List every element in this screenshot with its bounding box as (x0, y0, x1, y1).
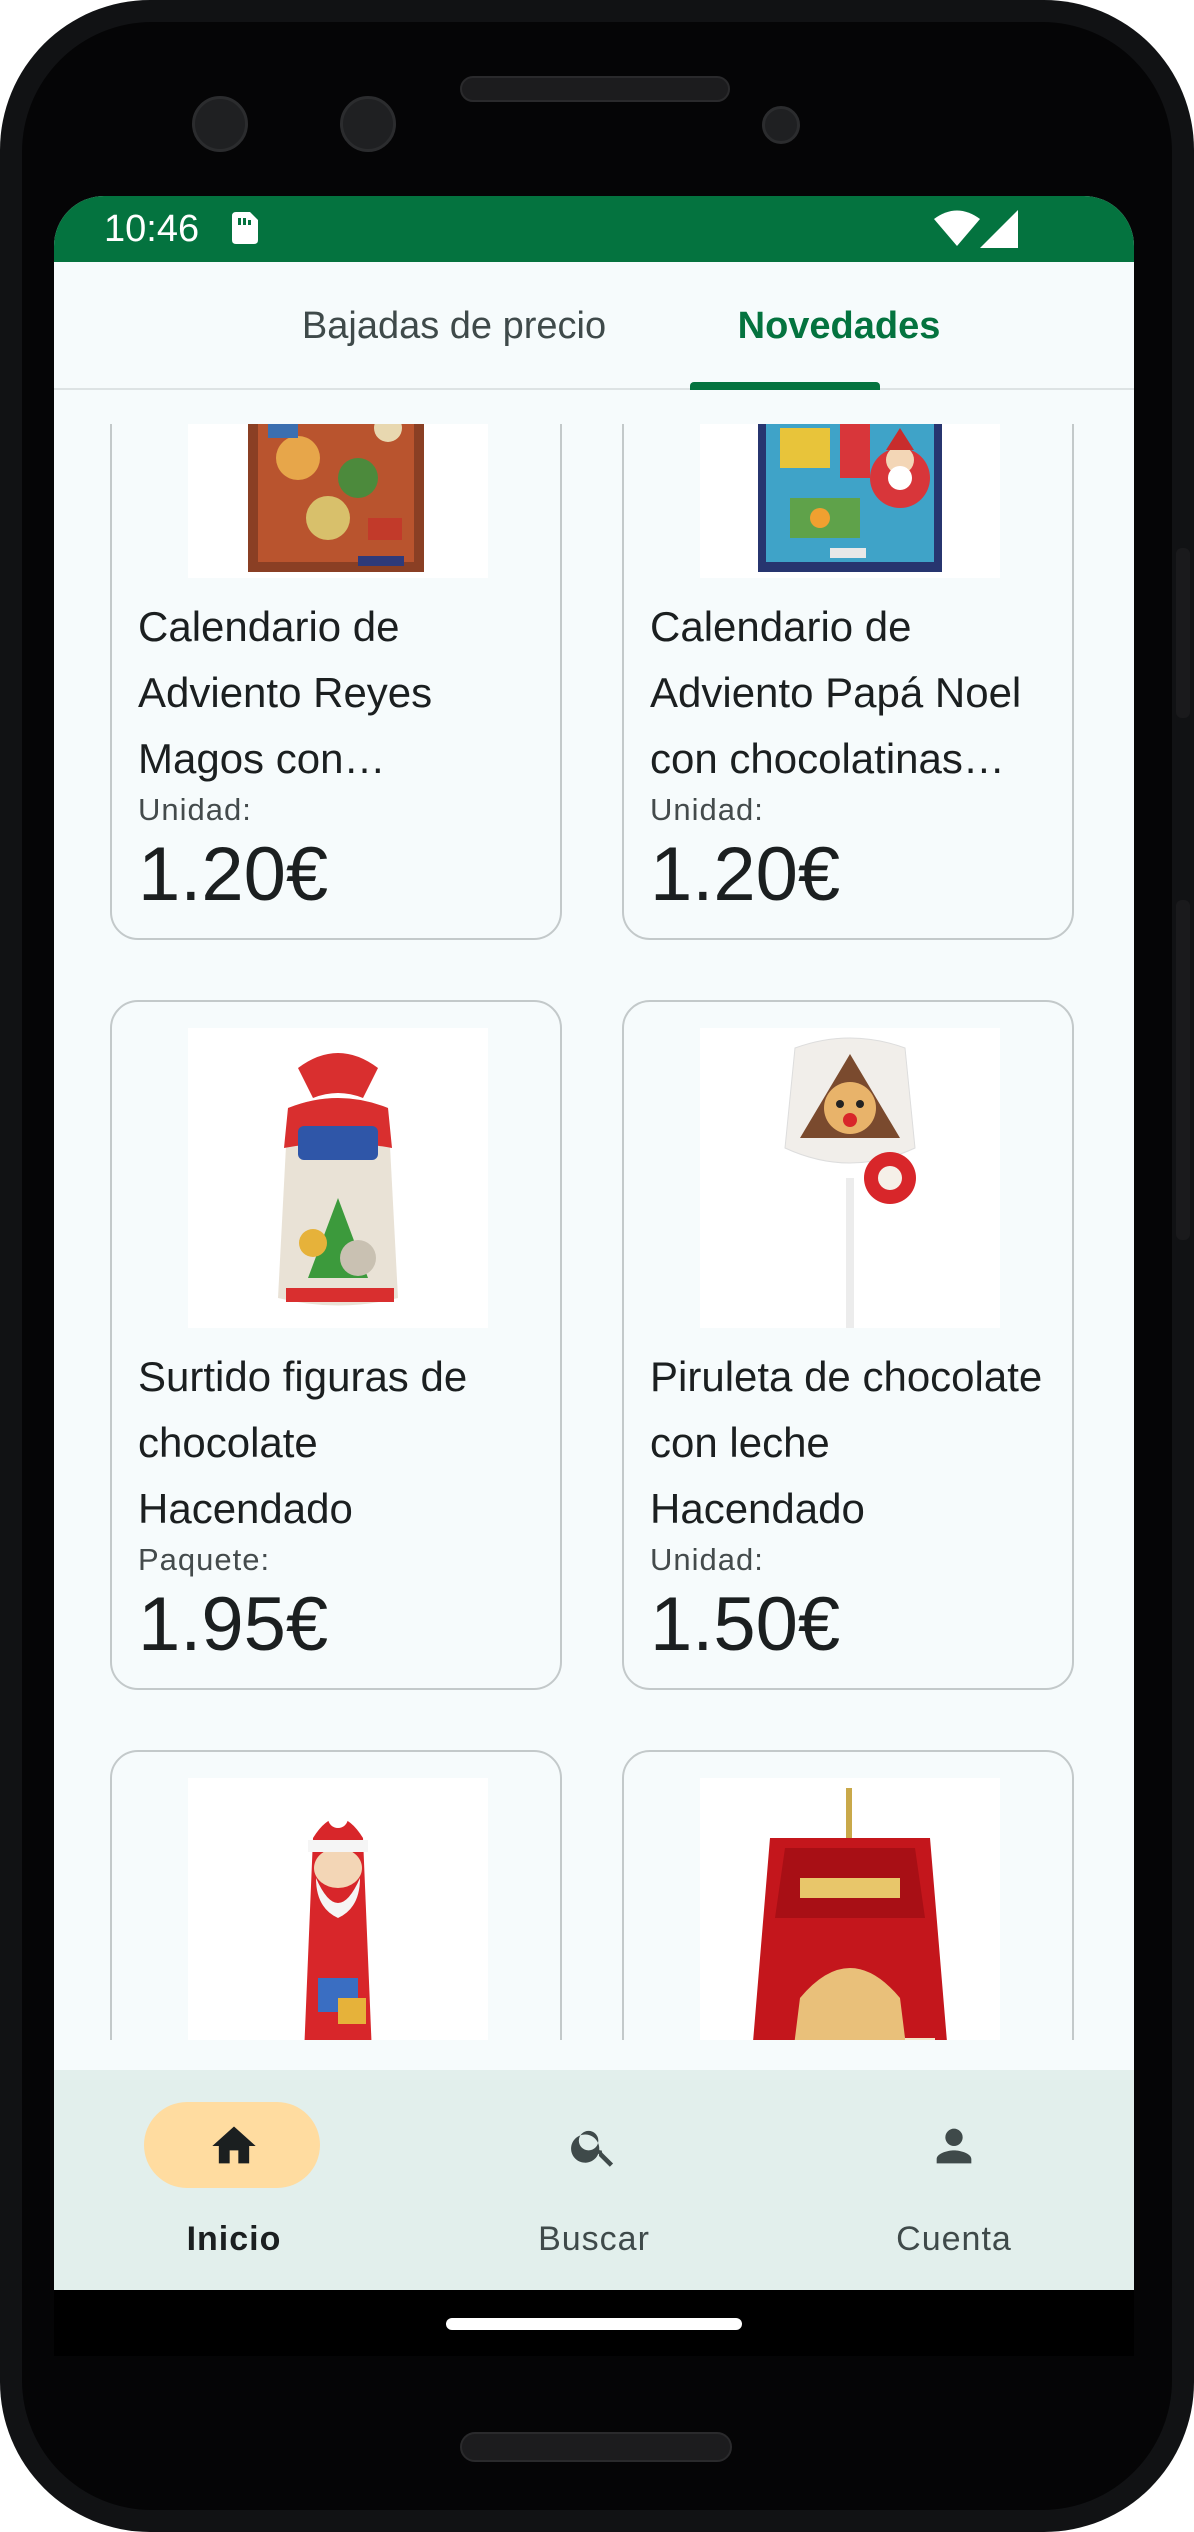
signal-icon (980, 210, 1018, 248)
home-gesture-bar[interactable] (446, 2318, 742, 2330)
product-unit: Paquete: (138, 1542, 271, 1577)
advent-calendar-santa-image (700, 424, 1000, 578)
tab-bajadas-de-precio[interactable]: Bajadas de precio (234, 262, 674, 390)
tab-novedades[interactable]: Novedades (654, 262, 1024, 390)
product-unit: Unidad: (650, 1542, 764, 1577)
tab-bar: Bajadas de precio Novedades (54, 262, 1134, 390)
top-speaker (460, 76, 730, 102)
product-name: Surtido figuras de chocolate Hacendado (138, 1353, 468, 1532)
product-price: 1.50€ (650, 1582, 841, 1667)
bottom-navigation: Inicio Buscar Cuenta (54, 2070, 1134, 2290)
gesture-navigation-area (54, 2290, 1134, 2356)
product-price: 1.20€ (138, 832, 329, 917)
product-unit: Unidad: (650, 792, 764, 827)
status-bar: 10:46 (54, 196, 1134, 262)
product-name: Piruleta de chocolate con leche Hacendad… (650, 1353, 1043, 1532)
chocolate-figures-bag-image (188, 1028, 488, 1328)
wifi-icon (934, 210, 980, 246)
product-grid: Calendario de Adviento Reyes Magos con c… (54, 424, 1134, 2040)
product-price: 1.95€ (138, 1582, 329, 1667)
product-card[interactable]: Calendario de Adviento Reyes Magos con c… (110, 424, 562, 940)
balocco-pandoro-image (700, 1778, 1000, 2040)
product-name: Calendario de Adviento Reyes Magos con c… (138, 603, 433, 782)
power-button (1176, 548, 1190, 718)
home-icon (212, 2126, 256, 2164)
product-price: 1.20€ (650, 832, 841, 917)
nav-label-inicio: Inicio (186, 2220, 282, 2258)
tab-indicator (690, 382, 880, 390)
nav-item-cuenta[interactable]: Cuenta (774, 2070, 1134, 2290)
phone-frame: 10:46 Bajadas de precio Novedades Calend… (0, 0, 1194, 2532)
account-icon (936, 2128, 972, 2164)
product-name: Calendario de Adviento Papá Noel con cho… (650, 603, 1022, 782)
product-card[interactable] (110, 1750, 562, 2040)
proximity-sensor (762, 106, 800, 144)
bottom-speaker (460, 2432, 732, 2462)
search-icon (571, 2130, 614, 2167)
sim-card-icon (232, 212, 258, 244)
nav-label-buscar: Buscar (538, 2220, 650, 2258)
nav-item-buscar[interactable]: Buscar (414, 2070, 774, 2290)
front-camera-secondary (340, 96, 396, 152)
reindeer-chocolate-lollipop-image (700, 1028, 1000, 1328)
product-card[interactable]: Calendario de Adviento Papá Noel con cho… (622, 424, 1074, 940)
app-screen: 10:46 Bajadas de precio Novedades Calend… (54, 196, 1134, 2356)
front-camera (192, 96, 248, 152)
status-time: 10:46 (104, 208, 200, 250)
product-card[interactable]: Surtido figuras de chocolate Hacendado P… (110, 1000, 562, 1690)
nav-label-cuenta: Cuenta (896, 2220, 1012, 2258)
nav-item-inicio[interactable]: Inicio (54, 2070, 414, 2290)
advent-calendar-three-kings-image (188, 424, 488, 578)
volume-button (1176, 900, 1190, 1240)
product-unit: Unidad: (138, 792, 252, 827)
product-card[interactable]: Piruleta de chocolate con leche Hacendad… (622, 1000, 1074, 1690)
chocolate-santa-figure-image (188, 1778, 488, 2040)
product-card[interactable] (622, 1750, 1074, 2040)
